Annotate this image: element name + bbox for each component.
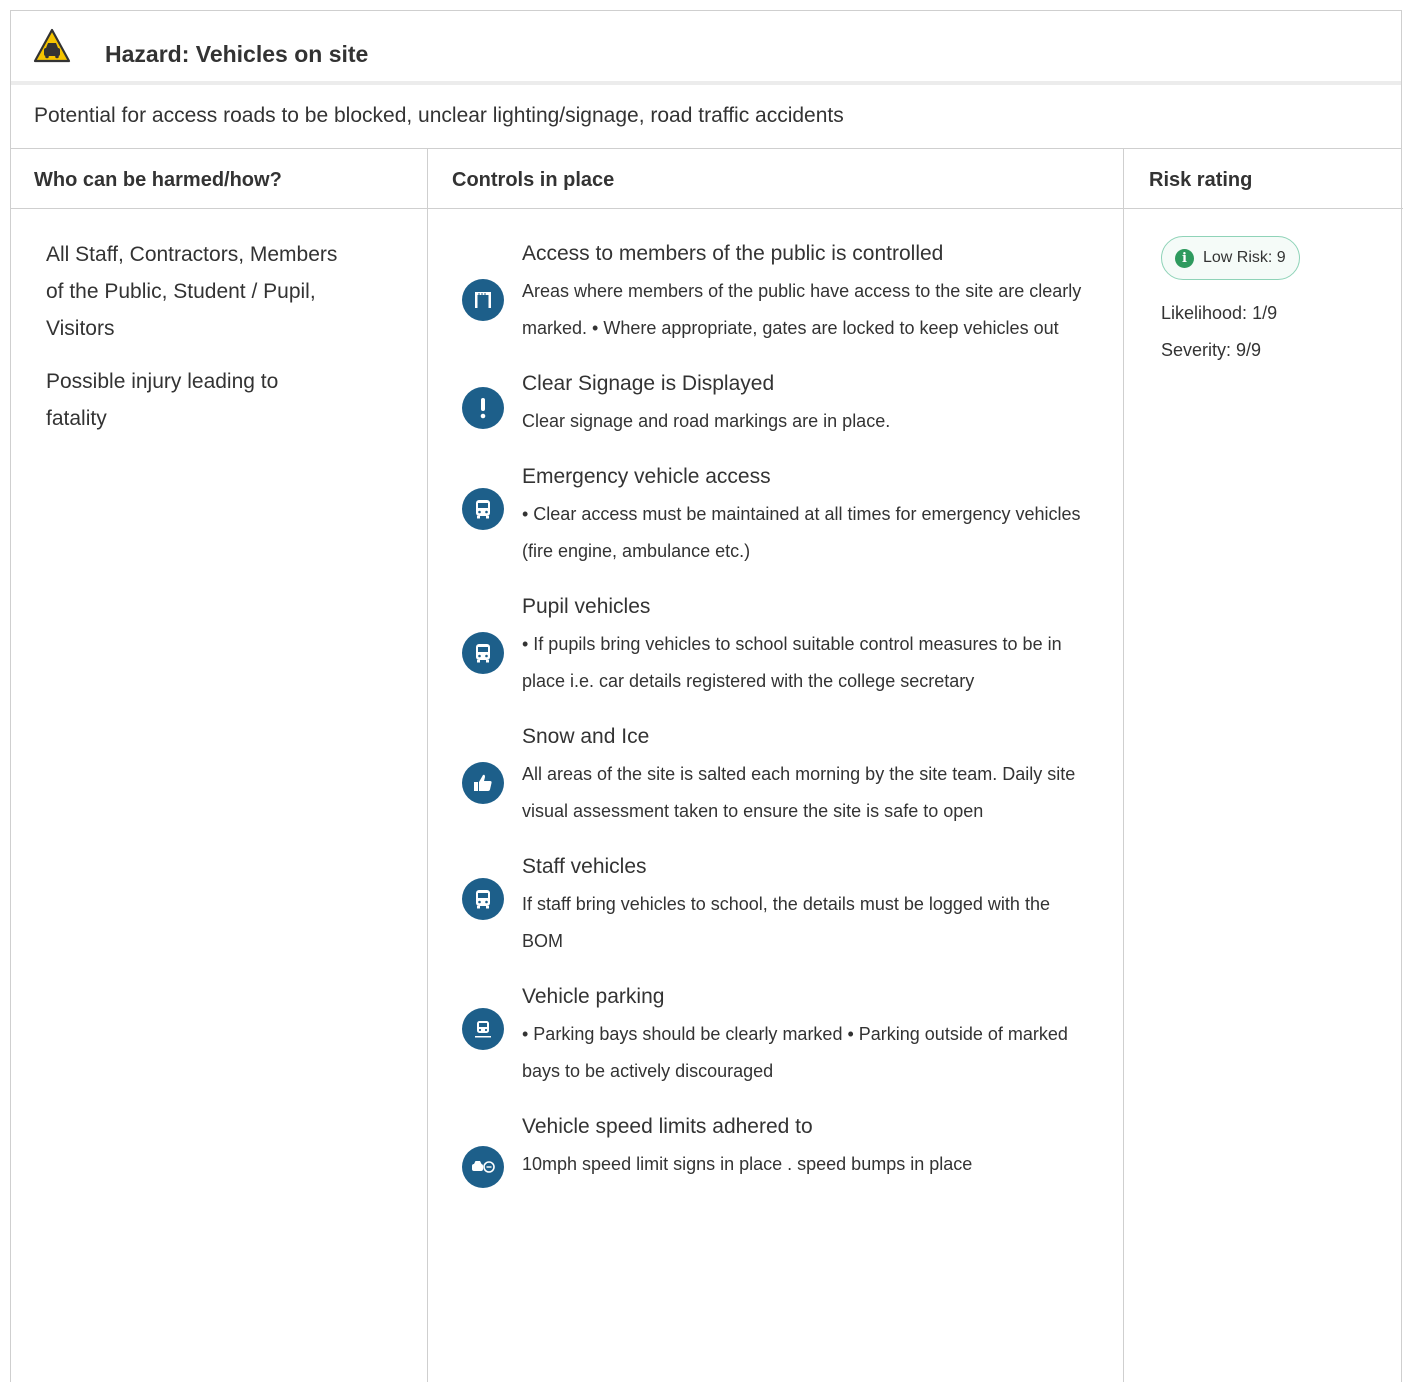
control-item: Emergency vehicle access • Clear access m… <box>428 458 1123 570</box>
bus-icon <box>462 632 504 674</box>
who-column: Who can be harmed/how? All Staff, Contra… <box>11 149 427 1382</box>
control-title: Clear Signage is Displayed <box>522 372 775 395</box>
risk-badge-label: Low Risk: 9 <box>1203 249 1286 266</box>
control-item: Vehicle speed limits adhered to 10mph spe… <box>428 1108 1123 1188</box>
control-title: Vehicle speed limits adhered to <box>522 1115 813 1138</box>
control-item: Clear Signage is Displayed Clear signage … <box>428 365 1123 440</box>
control-item: Pupil vehicles • If pupils bring vehicles… <box>428 588 1123 700</box>
control-title: Snow and Ice <box>522 725 650 748</box>
control-description: • Clear access must be maintained at all… <box>522 504 1081 561</box>
hazard-header: Hazard: Vehicles on site <box>11 11 1401 85</box>
risk-severity: Severity: 9/9 <box>1161 340 1262 360</box>
speed-limit-icon <box>462 1146 504 1188</box>
risk-badge[interactable]: i Low Risk: 9 <box>1161 236 1300 280</box>
control-title: Emergency vehicle access <box>522 465 771 488</box>
control-title: Pupil vehicles <box>522 595 651 618</box>
control-description: If staff bring vehicles to school, the d… <box>522 894 1050 951</box>
risk-column-header: Risk rating <box>1124 149 1403 209</box>
control-item: Staff vehicles If staff bring vehicles to… <box>428 848 1123 960</box>
bus-icon <box>462 488 504 530</box>
who-people: All Staff, Contractors, Members of the P… <box>46 243 338 340</box>
control-description: • If pupils bring vehicles to school sui… <box>522 634 1062 691</box>
control-description: 10mph speed limit signs in place . speed… <box>522 1154 973 1174</box>
control-description: Areas where members of the public have a… <box>522 281 1082 338</box>
hazard-card: Hazard: Vehicles on site Potential for a… <box>10 10 1403 1382</box>
thumbs-up-icon <box>462 762 504 804</box>
who-column-header: Who can be harmed/how? <box>11 149 427 209</box>
risk-column: Risk rating i Low Risk: 9 Likelihood: 1/… <box>1124 149 1403 1382</box>
control-item: Vehicle parking • Parking bays should be … <box>428 978 1123 1090</box>
control-title: Access to members of the public is contr… <box>522 242 944 265</box>
hazard-description: Potential for access roads to be blocked… <box>11 85 1401 149</box>
control-title: Vehicle parking <box>522 985 665 1008</box>
risk-likelihood: Likelihood: 1/9 <box>1161 303 1278 323</box>
gate-icon <box>462 279 504 321</box>
control-title: Staff vehicles <box>522 855 647 878</box>
controls-column-header: Controls in place <box>428 149 1123 209</box>
control-description: Clear signage and road markings are in p… <box>522 411 891 431</box>
exclamation-icon <box>462 387 504 429</box>
controls-list: Access to members of the public is contr… <box>428 209 1123 1188</box>
who-harm: Possible injury leading to fatality <box>46 370 279 430</box>
hazard-title: Hazard: Vehicles on site <box>105 41 369 67</box>
parking-icon <box>462 1008 504 1050</box>
control-description: All areas of the site is salted each mor… <box>522 764 1076 821</box>
control-item: Access to members of the public is contr… <box>428 235 1123 347</box>
bus-icon <box>462 878 504 920</box>
controls-column: Controls in place Access to members of t… <box>427 149 1124 1382</box>
control-description: • Parking bays should be clearly marked … <box>522 1024 1068 1081</box>
info-icon: i <box>1175 248 1194 268</box>
vehicle-warning-icon <box>33 28 71 64</box>
control-item: Snow and Ice All areas of the site is sal… <box>428 718 1123 830</box>
assessment-table: Who can be harmed/how? All Staff, Contra… <box>11 149 1403 1382</box>
